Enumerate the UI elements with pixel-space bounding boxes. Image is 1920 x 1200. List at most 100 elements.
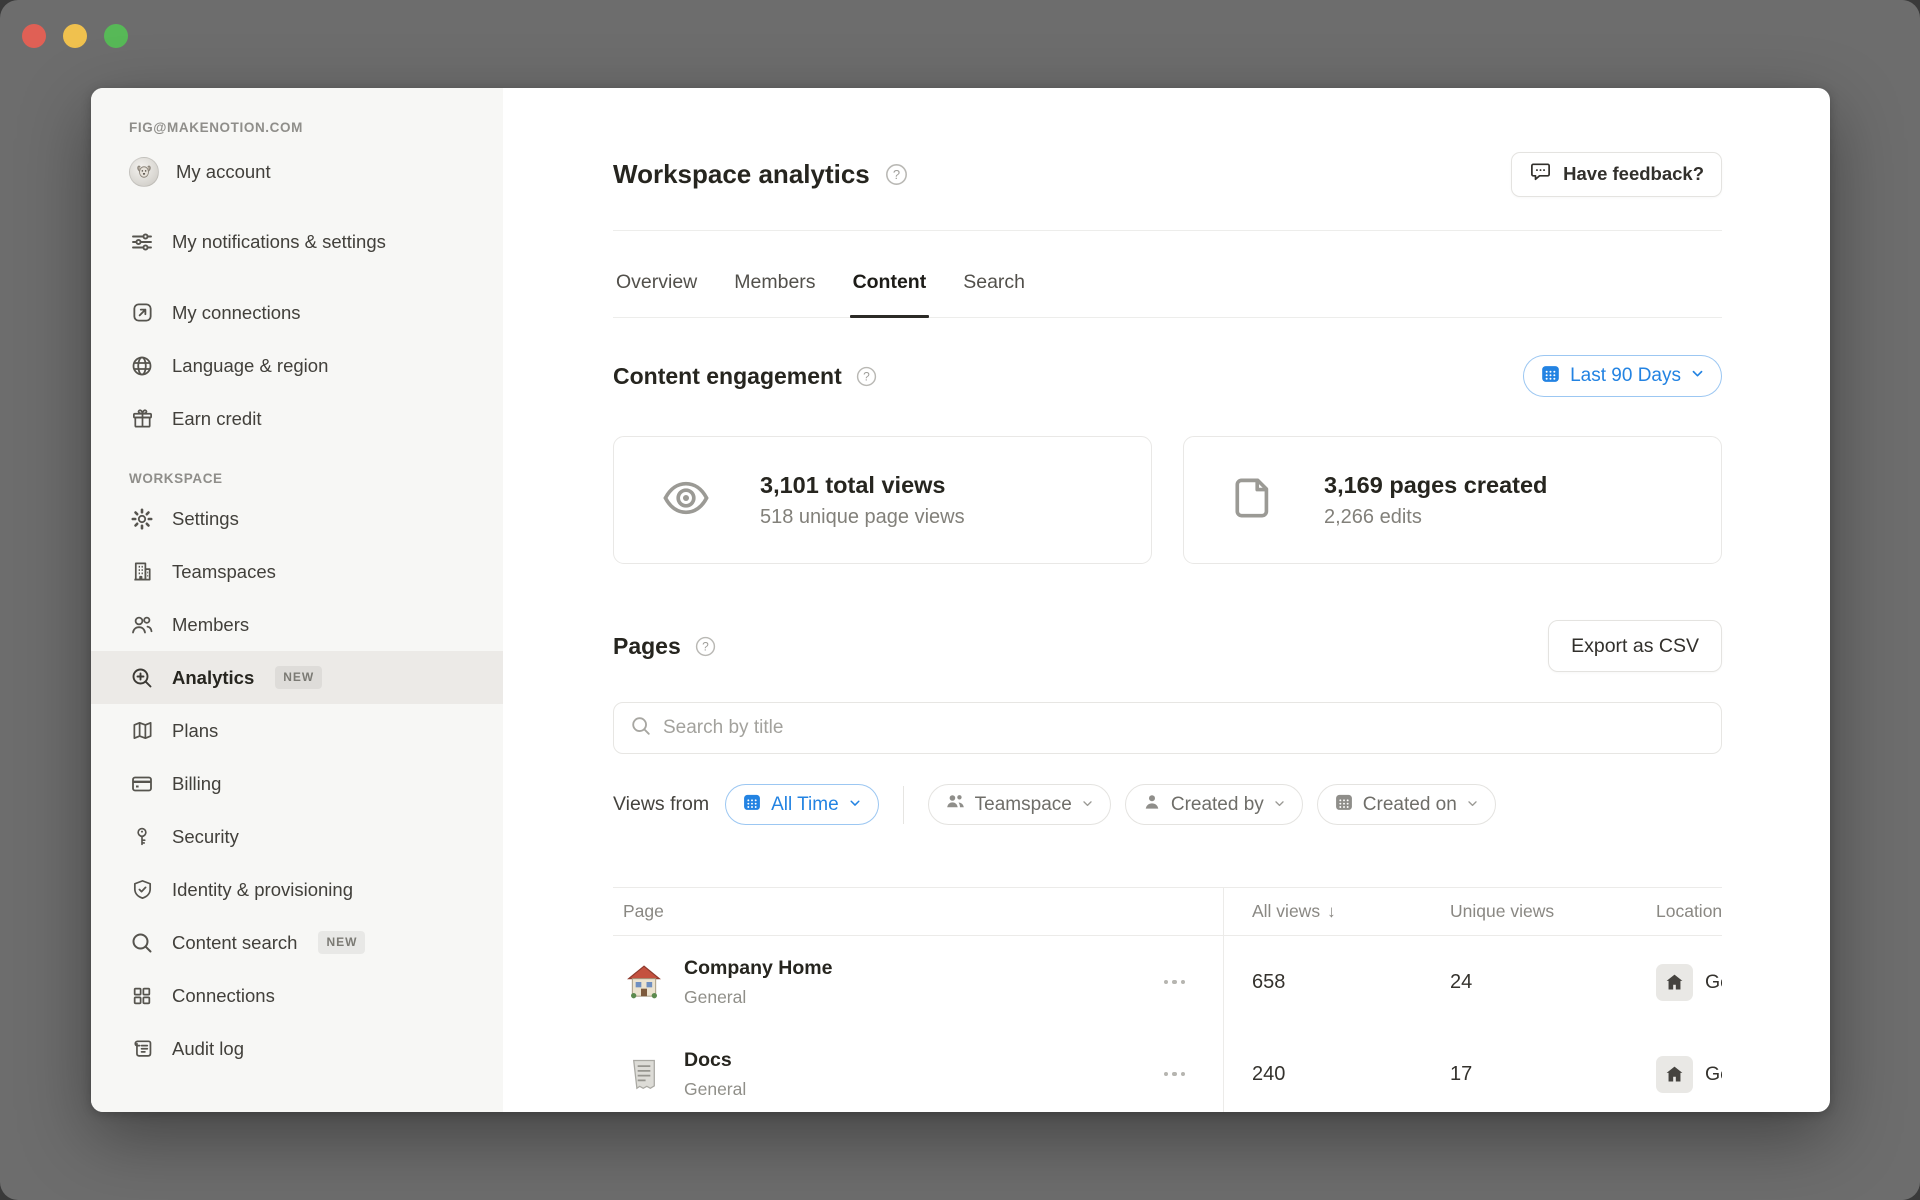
scroll-icon (129, 1036, 155, 1062)
search-icon (630, 715, 652, 742)
time-filter-label: All Time (771, 794, 839, 816)
tab-content[interactable]: Content (850, 231, 930, 317)
account-email-label: FIG@MAKENOTION.COM (129, 120, 485, 135)
column-header-location[interactable]: Location (1656, 901, 1722, 922)
column-header-unique-views[interactable]: Unique views (1450, 901, 1554, 921)
sidebar-item-label: Identity & provisioning (172, 878, 353, 901)
sidebar-item-language-region[interactable]: Language & region (91, 339, 503, 392)
sidebar-item-earn-credit[interactable]: Earn credit (91, 392, 503, 445)
window-controls (22, 24, 128, 48)
page-subtitle: General (684, 1079, 746, 1100)
people-icon (945, 791, 966, 818)
calendar-icon (1540, 363, 1561, 390)
sidebar-item-analytics[interactable]: Analytics NEW (91, 651, 503, 704)
help-icon[interactable]: ? (855, 365, 878, 388)
search-icon (129, 930, 155, 956)
teamspace-filter-label: Teamspace (975, 794, 1072, 816)
help-icon[interactable]: ? (694, 635, 717, 658)
sidebar-item-members[interactable]: Members (91, 598, 503, 651)
svg-text:?: ? (893, 166, 900, 181)
document-emoji-icon (623, 1053, 665, 1095)
new-badge: NEW (275, 666, 322, 689)
total-views-value: 3,101 total views (760, 472, 965, 499)
export-csv-button[interactable]: Export as CSV (1548, 620, 1722, 672)
edits-sub: 2,266 edits (1324, 506, 1547, 529)
new-badge: NEW (318, 931, 365, 954)
teamspace-filter-dropdown[interactable]: Teamspace (928, 784, 1111, 825)
teamspace-home-icon (1656, 964, 1693, 1001)
sidebar-item-identity-provisioning[interactable]: Identity & provisioning (91, 863, 503, 916)
total-views-card: 3,101 total views 518 unique page views (613, 436, 1152, 564)
person-icon (1142, 792, 1162, 818)
sidebar-item-my-notifications-settings[interactable]: My notifications & settings (91, 198, 503, 286)
sidebar-item-label: Settings (172, 507, 239, 530)
unique-views-value: 24 (1450, 971, 1472, 993)
zoom-window-button[interactable] (104, 24, 128, 48)
members-icon (129, 612, 155, 638)
page-subtitle: General (684, 987, 832, 1008)
column-header-all-views[interactable]: All views↓ (1252, 901, 1336, 921)
tab-members[interactable]: Members (731, 231, 818, 317)
all-views-value: 658 (1252, 971, 1285, 993)
chevron-down-icon (1273, 794, 1286, 816)
dog-face-icon (135, 163, 153, 181)
all-views-value: 240 (1252, 1063, 1285, 1085)
close-window-button[interactable] (22, 24, 46, 48)
sidebar-item-label: My connections (172, 301, 301, 324)
sidebar-item-content-search[interactable]: Content search NEW (91, 916, 503, 969)
column-header-page[interactable]: Page (623, 901, 664, 922)
views-from-label: Views from (613, 793, 709, 816)
sort-desc-icon: ↓ (1327, 902, 1336, 921)
pages-heading: Pages (613, 633, 681, 660)
table-row[interactable]: Docs General 240 17 General (613, 1028, 1722, 1112)
page-title-cell[interactable]: Company Home (684, 957, 832, 980)
house-emoji-icon (623, 961, 665, 1003)
page-search-field[interactable] (613, 702, 1722, 754)
tab-search[interactable]: Search (960, 231, 1028, 317)
tab-overview[interactable]: Overview (613, 231, 700, 317)
created-by-filter-label: Created by (1171, 794, 1264, 816)
sidebar-item-audit-log[interactable]: Audit log (91, 1022, 503, 1075)
row-more-actions-button[interactable] (1162, 1066, 1188, 1083)
sidebar-item-teamspaces[interactable]: Teamspaces (91, 545, 503, 598)
gift-icon (129, 406, 155, 432)
created-by-filter-dropdown[interactable]: Created by (1125, 784, 1303, 825)
sidebar-item-security[interactable]: Security (91, 810, 503, 863)
views-from-time-dropdown[interactable]: All Time (725, 784, 879, 825)
sidebar-item-label: Connections (172, 984, 275, 1007)
sidebar-item-label: Analytics (172, 666, 254, 689)
workspace-section-heading: WORKSPACE (129, 471, 485, 486)
pages-table: Page All views↓ Unique views Location Co… (613, 887, 1722, 1112)
minimize-window-button[interactable] (63, 24, 87, 48)
svg-text:?: ? (863, 369, 870, 383)
have-feedback-button[interactable]: Have feedback? (1511, 152, 1722, 197)
user-avatar (129, 157, 159, 187)
credit-card-icon (129, 771, 155, 797)
sidebar-item-connections[interactable]: Connections (91, 969, 503, 1022)
created-on-filter-dropdown[interactable]: Created on (1317, 784, 1496, 825)
row-more-actions-button[interactable] (1162, 974, 1188, 991)
sidebar-item-my-connections[interactable]: My connections (91, 286, 503, 339)
sidebar-item-plans[interactable]: Plans (91, 704, 503, 757)
chevron-down-icon (1466, 794, 1479, 816)
filter-divider (903, 786, 904, 824)
sidebar-item-label: Teamspaces (172, 560, 276, 583)
sidebar-item-settings[interactable]: Settings (91, 492, 503, 545)
page-title-cell[interactable]: Docs (684, 1049, 746, 1072)
sidebar-item-my-account[interactable]: My account (91, 145, 503, 198)
location-value: General (1705, 971, 1722, 994)
pages-created-card: 3,169 pages created 2,266 edits (1183, 436, 1722, 564)
page-icon (1230, 475, 1276, 526)
teamspace-home-icon (1656, 1056, 1693, 1093)
date-range-label: Last 90 Days (1570, 365, 1681, 387)
help-icon[interactable]: ? (884, 162, 909, 187)
table-row[interactable]: Company Home General 658 24 General (613, 936, 1722, 1028)
sidebar-item-billing[interactable]: Billing (91, 757, 503, 810)
arrow-up-right-box-icon (129, 300, 155, 326)
gear-icon (129, 506, 155, 532)
date-range-dropdown[interactable]: Last 90 Days (1523, 355, 1722, 397)
search-input[interactable] (663, 717, 1705, 739)
analytics-tabs: Overview Members Content Search (613, 231, 1722, 318)
sliders-icon (129, 229, 155, 255)
sidebar-item-label: Earn credit (172, 407, 261, 430)
